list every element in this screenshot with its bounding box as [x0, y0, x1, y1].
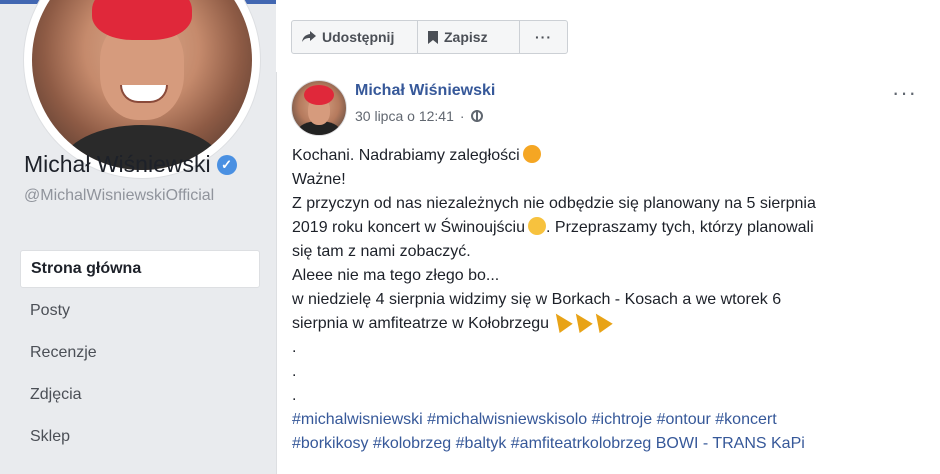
post-line: Kochani. Nadrabiamy zaległości — [292, 147, 520, 164]
sad-emoji-icon — [528, 217, 547, 235]
share-button[interactable]: Udostępnij — [291, 20, 418, 54]
share-arrow-icon — [302, 31, 316, 42]
surprised-emoji-icon — [522, 145, 541, 163]
post-card: Michał Wiśniewski 30 lipca o 12:41 · ···… — [276, 72, 940, 474]
post-hashtags[interactable]: #michalwisniewski #michalwisniewskisolo … — [292, 408, 912, 432]
nav-item-shop[interactable]: Sklep — [20, 418, 260, 456]
post-line: Ważne! — [292, 171, 346, 188]
post-dot: . — [292, 339, 297, 356]
post-line: Z przyczyn od nas niezależnych nie odbęd… — [292, 195, 816, 212]
party-popper-icon — [549, 309, 573, 333]
page-nav: Strona główna Posty Recenzje Zdjęcia Skl… — [20, 250, 260, 460]
post-author-name[interactable]: Michał Wiśniewski — [355, 82, 495, 100]
post-meta: 30 lipca o 12:41 · — [355, 108, 483, 124]
profile-photo — [32, 0, 252, 170]
post-line: . Przepraszamy tych, którzy planowali — [546, 219, 814, 236]
bookmark-icon — [428, 30, 438, 44]
page-handle[interactable]: @MichalWisniewskiOfficial — [24, 185, 260, 207]
share-label: Udostępnij — [322, 29, 395, 45]
post-line: sierpnia w amfiteatrze w Kołobrzegu — [292, 315, 550, 332]
post-dot: . — [292, 387, 297, 404]
page-title: Michał Wiśniewski ✓ — [24, 151, 237, 178]
nav-item-photos[interactable]: Zdjęcia — [20, 376, 260, 414]
nav-item-reviews[interactable]: Recenzje — [20, 334, 260, 372]
post-author-avatar[interactable] — [291, 80, 347, 136]
nav-item-posts[interactable]: Posty — [20, 292, 260, 330]
more-options-button[interactable]: ··· — [519, 20, 568, 54]
post-line: się tam z nami zobaczyć. — [292, 243, 471, 260]
post-line: 2019 roku koncert w Świnoujściu — [292, 219, 526, 236]
verified-badge-icon: ✓ — [216, 154, 237, 175]
page-action-bar: Udostępnij Zapisz ··· — [276, 0, 940, 73]
post-dot: . — [292, 363, 297, 380]
globe-icon — [470, 110, 483, 122]
post-timestamp[interactable]: 30 lipca o 12:41 — [355, 108, 454, 124]
post-line: Aleee nie ma tego złego bo... — [292, 267, 500, 284]
post-text: Kochani. Nadrabiamy zaległości Ważne! Z … — [292, 144, 912, 456]
party-popper-icon — [569, 309, 593, 333]
page-name-text: Michał Wiśniewski — [24, 151, 211, 177]
post-options-icon[interactable]: ··· — [892, 80, 917, 106]
post-hashtags[interactable]: #borkikosy #kolobrzeg #baltyk #amfiteatr… — [292, 432, 912, 456]
save-label: Zapisz — [444, 29, 488, 45]
party-popper-icon — [589, 309, 613, 333]
save-button[interactable]: Zapisz — [417, 20, 520, 54]
nav-item-home[interactable]: Strona główna — [20, 250, 260, 288]
